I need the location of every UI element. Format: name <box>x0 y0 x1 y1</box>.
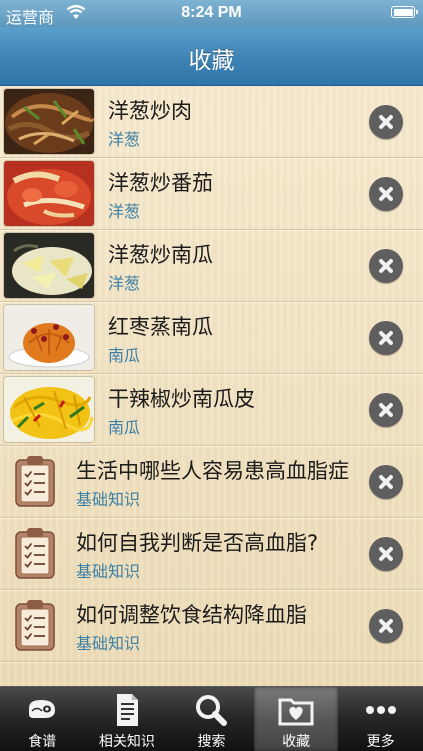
tab-bar: 食谱 相关知识 搜索 收藏 更多 <box>0 686 423 751</box>
tab-label: 更多 <box>366 734 395 750</box>
list-item[interactable]: 洋葱炒南瓜 洋葱 <box>0 230 423 302</box>
tab-label: 食谱 <box>28 734 57 750</box>
heart-folder-icon <box>278 698 314 726</box>
delete-button[interactable] <box>369 249 403 283</box>
list-item[interactable]: 洋葱炒肉 洋葱 <box>0 86 423 158</box>
tab-label: 搜索 <box>197 734 226 750</box>
delete-button[interactable] <box>369 465 403 499</box>
list-item[interactable]: 如何自我判断是否高血脂? 基础知识 <box>0 518 423 590</box>
more-dots-icon <box>365 706 396 714</box>
item-category: 基础知识 <box>76 562 141 581</box>
item-category: 基础知识 <box>76 490 141 509</box>
recipe-photo <box>4 161 94 226</box>
delete-button[interactable] <box>369 177 403 211</box>
item-category: 洋葱 <box>108 130 141 149</box>
item-title: 如何调整饮食结构降血脂 <box>76 603 307 627</box>
item-title: 生活中哪些人容易患高血脂症 <box>76 459 349 483</box>
item-category: 南瓜 <box>108 346 141 365</box>
clipboard-icon <box>15 456 55 507</box>
item-title: 干辣椒炒南瓜皮 <box>108 387 255 411</box>
item-category: 洋葱 <box>108 274 141 293</box>
item-title: 洋葱炒南瓜 <box>108 243 213 267</box>
magnifier-icon <box>196 695 228 726</box>
nav-bar: 收藏 <box>0 27 423 86</box>
clipboard-icon <box>15 600 55 651</box>
status-time: 8:24 PM <box>181 4 242 21</box>
delete-button[interactable] <box>369 537 403 571</box>
item-category: 基础知识 <box>76 634 141 653</box>
tab-search[interactable]: 搜索 <box>169 687 254 751</box>
recipe-photo <box>4 89 94 154</box>
delete-button[interactable] <box>369 105 403 139</box>
list-item[interactable]: 红枣蒸南瓜 南瓜 <box>0 302 423 374</box>
item-title: 如何自我判断是否高血脂? <box>76 531 319 555</box>
item-title: 洋葱炒肉 <box>108 99 192 123</box>
recipe-photo <box>4 305 94 370</box>
delete-button[interactable] <box>369 609 403 643</box>
list-item[interactable]: 生活中哪些人容易患高血脂症 基础知识 <box>0 446 423 518</box>
page-title: 收藏 <box>188 48 235 74</box>
list-item[interactable]: 洋葱炒番茄 洋葱 <box>0 158 423 230</box>
item-category: 洋葱 <box>108 202 141 221</box>
tab-knowledge[interactable]: 相关知识 <box>85 687 170 751</box>
recipe-photo <box>4 233 94 298</box>
list-item[interactable]: 如何调整饮食结构降血脂 基础知识 <box>0 590 423 662</box>
battery-icon <box>391 6 418 18</box>
recipe-photo <box>4 377 94 442</box>
meat-icon <box>29 700 56 718</box>
delete-button[interactable] <box>369 321 403 355</box>
favorites-list: 洋葱炒肉 洋葱 洋葱炒番茄 洋葱 洋葱炒南瓜 洋葱 红枣蒸南瓜 南瓜 干辣椒炒南… <box>0 86 423 686</box>
item-category: 南瓜 <box>108 418 141 437</box>
tab-more[interactable]: 更多 <box>338 687 423 751</box>
tab-favorites[interactable]: 收藏 <box>253 687 339 751</box>
tab-label: 收藏 <box>282 734 311 750</box>
tab-recipes[interactable]: 食谱 <box>0 687 85 751</box>
clipboard-icon <box>15 528 55 579</box>
item-title: 红枣蒸南瓜 <box>108 315 213 339</box>
status-bar: 运营商 8:24 PM <box>0 0 423 27</box>
list-item[interactable]: 干辣椒炒南瓜皮 南瓜 <box>0 374 423 446</box>
document-icon <box>116 694 138 726</box>
tab-label: 相关知识 <box>98 734 155 750</box>
delete-button[interactable] <box>369 393 403 427</box>
item-title: 洋葱炒番茄 <box>108 171 213 195</box>
